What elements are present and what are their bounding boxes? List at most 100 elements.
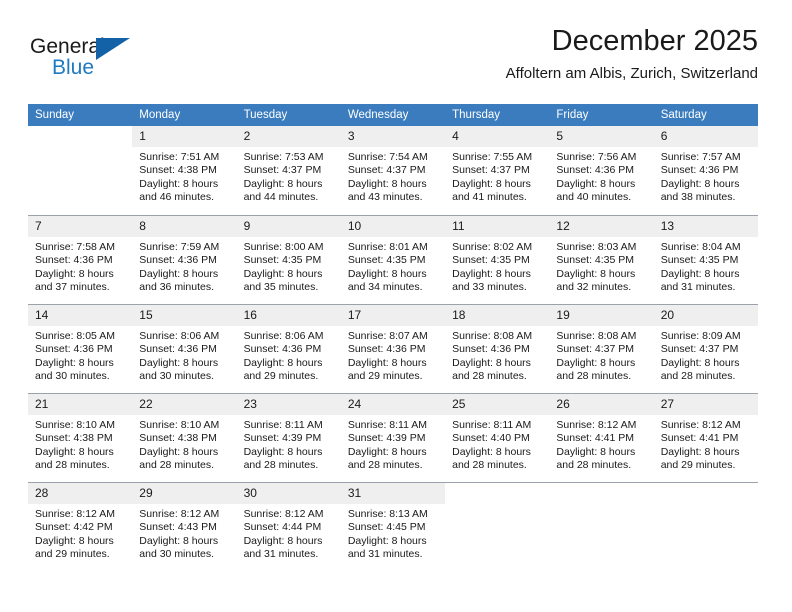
calendar-cell: 13 Sunrise: 8:04 AM Sunset: 4:35 PM Dayligh… — [653, 215, 758, 304]
day-number: 28 — [28, 483, 133, 504]
day-cell[interactable]: 2 Sunrise: 7:53 AM Sunset: 4:37 PM Daylight… — [236, 126, 341, 215]
sunrise-text: Sunrise: 7:57 AM — [660, 151, 741, 163]
daylight-text-line2: and 33 minutes. — [452, 281, 527, 294]
day-sun-info: Sunrise: 8:10 AM Sunset: 4:38 PM Daylight:… — [28, 415, 132, 473]
calendar-cell — [28, 126, 132, 215]
day-cell[interactable]: 18 Sunrise: 8:08 AM Sunset: 4:36 PM Dayligh… — [445, 304, 550, 393]
sunrise-text: Sunrise: 8:04 AM — [660, 241, 741, 253]
day-cell[interactable]: 29 Sunrise: 8:12 AM Sunset: 4:43 PM Dayligh… — [132, 482, 237, 571]
day-cell[interactable]: 24 Sunrise: 8:11 AM Sunset: 4:39 PM Dayligh… — [340, 393, 446, 482]
calendar-cell: 31 Sunrise: 8:13 AM Sunset: 4:45 PM Dayligh… — [340, 482, 446, 571]
day-cell[interactable]: 27 Sunrise: 8:12 AM Sunset: 4:41 PM Dayligh… — [653, 393, 758, 482]
day-cell-empty — [549, 482, 654, 571]
sunset-text: Sunset: 4:36 PM — [347, 343, 426, 356]
daylight-text-line2: and 43 minutes. — [347, 191, 423, 204]
sunrise-text: Sunrise: 8:12 AM — [660, 419, 741, 431]
sunset-text: Sunset: 4:35 PM — [347, 254, 426, 267]
calendar-cell: 12 Sunrise: 8:03 AM Sunset: 4:35 PM Dayligh… — [549, 215, 654, 304]
day-number: 20 — [653, 305, 758, 326]
day-sun-info: Sunrise: 8:06 AM Sunset: 4:36 PM Daylight:… — [237, 326, 341, 384]
calendar-cell: 22 Sunrise: 8:10 AM Sunset: 4:38 PM Dayligh… — [132, 393, 237, 482]
logo-text-general: General — [30, 35, 105, 58]
calendar-cell: 18 Sunrise: 8:08 AM Sunset: 4:36 PM Dayligh… — [445, 304, 550, 393]
day-cell[interactable]: 28 Sunrise: 8:12 AM Sunset: 4:42 PM Dayligh… — [28, 482, 133, 571]
sunset-text: Sunset: 4:36 PM — [660, 164, 739, 177]
calendar-week-row: 14 Sunrise: 8:05 AM Sunset: 4:36 PM Dayligh… — [28, 304, 758, 393]
day-number: 18 — [445, 305, 550, 326]
page-title: December 2025 — [551, 25, 758, 57]
daylight-text-line1: Daylight: 8 hours — [243, 534, 323, 547]
daylight-text-line1: Daylight: 8 hours — [556, 445, 636, 458]
day-cell[interactable]: 10 Sunrise: 8:01 AM Sunset: 4:35 PM Dayligh… — [340, 215, 446, 304]
daylight-text-line1: Daylight: 8 hours — [556, 177, 636, 190]
day-cell[interactable]: 17 Sunrise: 8:07 AM Sunset: 4:36 PM Dayligh… — [340, 304, 446, 393]
day-cell[interactable]: 20 Sunrise: 8:09 AM Sunset: 4:37 PM Dayligh… — [653, 304, 758, 393]
daylight-text-line1: Daylight: 8 hours — [660, 356, 740, 369]
day-number: 27 — [653, 394, 758, 415]
daylight-text-line2: and 31 minutes. — [347, 548, 423, 561]
calendar-cell: 30 Sunrise: 8:12 AM Sunset: 4:44 PM Dayligh… — [236, 482, 341, 571]
calendar-cell: 27 Sunrise: 8:12 AM Sunset: 4:41 PM Dayligh… — [653, 393, 758, 482]
day-cell[interactable]: 23 Sunrise: 8:11 AM Sunset: 4:39 PM Dayligh… — [236, 393, 341, 482]
day-cell[interactable]: 26 Sunrise: 8:12 AM Sunset: 4:41 PM Dayligh… — [549, 393, 654, 482]
day-cell[interactable]: 30 Sunrise: 8:12 AM Sunset: 4:44 PM Dayligh… — [236, 482, 341, 571]
daylight-text-line2: and 38 minutes. — [660, 191, 736, 204]
day-cell[interactable]: 22 Sunrise: 8:10 AM Sunset: 4:38 PM Dayligh… — [132, 393, 237, 482]
day-cell[interactable]: 13 Sunrise: 8:04 AM Sunset: 4:35 PM Dayligh… — [653, 215, 758, 304]
sunrise-text: Sunrise: 8:05 AM — [35, 330, 115, 342]
day-cell[interactable]: 19 Sunrise: 8:08 AM Sunset: 4:37 PM Dayligh… — [549, 304, 654, 393]
day-cell[interactable]: 4 Sunrise: 7:55 AM Sunset: 4:37 PM Daylight… — [445, 126, 550, 215]
day-cell[interactable]: 6 Sunrise: 7:57 AM Sunset: 4:36 PM Daylight… — [653, 126, 758, 215]
day-cell[interactable]: 14 Sunrise: 8:05 AM Sunset: 4:36 PM Dayligh… — [28, 304, 133, 393]
day-cell[interactable]: 3 Sunrise: 7:54 AM Sunset: 4:37 PM Daylight… — [340, 126, 446, 215]
day-number: 5 — [549, 126, 654, 147]
day-cell[interactable]: 5 Sunrise: 7:56 AM Sunset: 4:36 PM Daylight… — [549, 126, 654, 215]
sunrise-text: Sunrise: 8:03 AM — [556, 241, 637, 253]
day-number: 17 — [340, 305, 446, 326]
day-cell[interactable]: 31 Sunrise: 8:13 AM Sunset: 4:45 PM Dayligh… — [340, 482, 446, 571]
day-cell[interactable]: 21 Sunrise: 8:10 AM Sunset: 4:38 PM Dayligh… — [28, 393, 133, 482]
day-cell[interactable]: 1 Sunrise: 7:51 AM Sunset: 4:38 PM Daylight… — [132, 126, 237, 215]
day-cell[interactable]: 9 Sunrise: 8:00 AM Sunset: 4:35 PM Daylight… — [236, 215, 341, 304]
sunrise-text: Sunrise: 8:01 AM — [347, 241, 428, 253]
calendar-week-row: 28 Sunrise: 8:12 AM Sunset: 4:42 PM Dayligh… — [28, 482, 758, 571]
day-sun-info: Sunrise: 8:11 AM Sunset: 4:39 PM Daylight:… — [237, 415, 341, 473]
daylight-text-line2: and 31 minutes. — [243, 548, 319, 561]
sunrise-text: Sunrise: 8:10 AM — [139, 419, 220, 431]
daylight-text-line2: and 29 minutes. — [35, 548, 110, 561]
day-number: 30 — [236, 483, 341, 504]
calendar-cell: 19 Sunrise: 8:08 AM Sunset: 4:37 PM Dayligh… — [549, 304, 654, 393]
daylight-text-line2: and 29 minutes. — [243, 370, 319, 383]
weekday-header-tuesday: Tuesday — [236, 104, 341, 126]
weekday-header-sunday: Sunday — [28, 104, 133, 126]
day-cell[interactable]: 7 Sunrise: 7:58 AM Sunset: 4:36 PM Daylight… — [28, 215, 133, 304]
daylight-text-line1: Daylight: 8 hours — [35, 356, 114, 369]
calendar-cell: 28 Sunrise: 8:12 AM Sunset: 4:42 PM Dayligh… — [28, 482, 133, 571]
daylight-text-line2: and 28 minutes. — [556, 370, 632, 383]
general-blue-logo[interactable]: General Blue — [28, 32, 148, 88]
daylight-text-line1: Daylight: 8 hours — [347, 356, 427, 369]
calendar-cell: 14 Sunrise: 8:05 AM Sunset: 4:36 PM Dayligh… — [28, 304, 133, 393]
calendar-week-row: 21 Sunrise: 8:10 AM Sunset: 4:38 PM Dayligh… — [28, 393, 758, 482]
day-cell[interactable]: 16 Sunrise: 8:06 AM Sunset: 4:36 PM Dayligh… — [236, 304, 341, 393]
day-sun-info: Sunrise: 7:59 AM Sunset: 4:36 PM Daylight:… — [132, 237, 236, 295]
day-sun-info: Sunrise: 7:54 AM Sunset: 4:37 PM Daylight:… — [341, 147, 445, 205]
day-cell[interactable]: 15 Sunrise: 8:06 AM Sunset: 4:36 PM Dayligh… — [132, 304, 237, 393]
daylight-text-line1: Daylight: 8 hours — [139, 356, 219, 369]
sunset-text: Sunset: 4:36 PM — [452, 343, 530, 356]
day-cell[interactable]: 11 Sunrise: 8:02 AM Sunset: 4:35 PM Dayligh… — [445, 215, 550, 304]
sunset-text: Sunset: 4:37 PM — [452, 164, 530, 177]
calendar-cell: 16 Sunrise: 8:06 AM Sunset: 4:36 PM Dayligh… — [236, 304, 341, 393]
sunset-text: Sunset: 4:36 PM — [139, 254, 217, 267]
day-cell[interactable]: 25 Sunrise: 8:11 AM Sunset: 4:40 PM Dayligh… — [445, 393, 550, 482]
day-number: 2 — [236, 126, 341, 147]
calendar-cell: 11 Sunrise: 8:02 AM Sunset: 4:35 PM Dayligh… — [445, 215, 550, 304]
daylight-text-line1: Daylight: 8 hours — [556, 356, 636, 369]
day-number — [445, 483, 549, 504]
day-cell[interactable]: 12 Sunrise: 8:03 AM Sunset: 4:35 PM Dayligh… — [549, 215, 654, 304]
day-number: 25 — [445, 394, 550, 415]
day-cell[interactable]: 8 Sunrise: 7:59 AM Sunset: 4:36 PM Daylight… — [132, 215, 237, 304]
sunrise-text: Sunrise: 8:00 AM — [243, 241, 324, 253]
daylight-text-line2: and 28 minutes. — [452, 459, 527, 472]
sunrise-text: Sunrise: 8:12 AM — [35, 508, 115, 520]
